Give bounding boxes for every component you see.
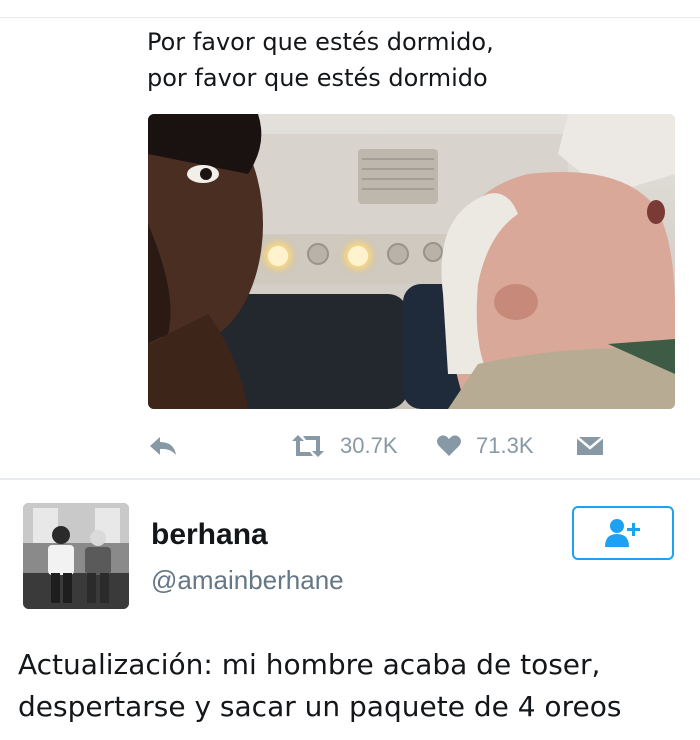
- airplane-selfie-photo: [148, 114, 675, 409]
- top-divider: [0, 17, 700, 18]
- tweet-actions: 30.7K 71.3K: [0, 426, 700, 466]
- author-name[interactable]: berhana: [151, 518, 268, 552]
- dm-button[interactable]: [575, 426, 605, 466]
- tweet-text-line: por favor que estés dormido: [147, 64, 488, 92]
- like-count: 71.3K: [476, 433, 534, 458]
- tweet-photo[interactable]: [148, 114, 675, 409]
- retweet-count: 30.7K: [340, 433, 398, 458]
- tweet-text: Actualización: mi hombre acaba de toser,…: [18, 644, 698, 728]
- follow-button[interactable]: [572, 506, 674, 560]
- retweet-button[interactable]: 30.7K: [288, 426, 398, 466]
- tweet-text-line: Actualización: mi hombre acaba de toser,: [18, 648, 601, 681]
- tweet-divider: [0, 478, 700, 480]
- author-handle[interactable]: @amainberhane: [151, 565, 344, 596]
- retweet-icon: [292, 435, 324, 457]
- tweet-text: Por favor que estés dormido, por favor q…: [147, 24, 667, 96]
- envelope-icon: [576, 436, 604, 455]
- tweet-text-line: despertarse y sacar un paquete de 4 oreo…: [18, 690, 622, 723]
- reply-icon: [150, 437, 176, 455]
- avatar-photo: [23, 503, 129, 609]
- avatar[interactable]: [23, 503, 129, 609]
- follow-user-plus-icon: [605, 519, 640, 547]
- like-button[interactable]: 71.3K: [436, 426, 534, 466]
- heart-icon: [437, 435, 461, 456]
- reply-button[interactable]: [148, 426, 178, 466]
- tweet-text-line: Por favor que estés dormido,: [147, 28, 494, 56]
